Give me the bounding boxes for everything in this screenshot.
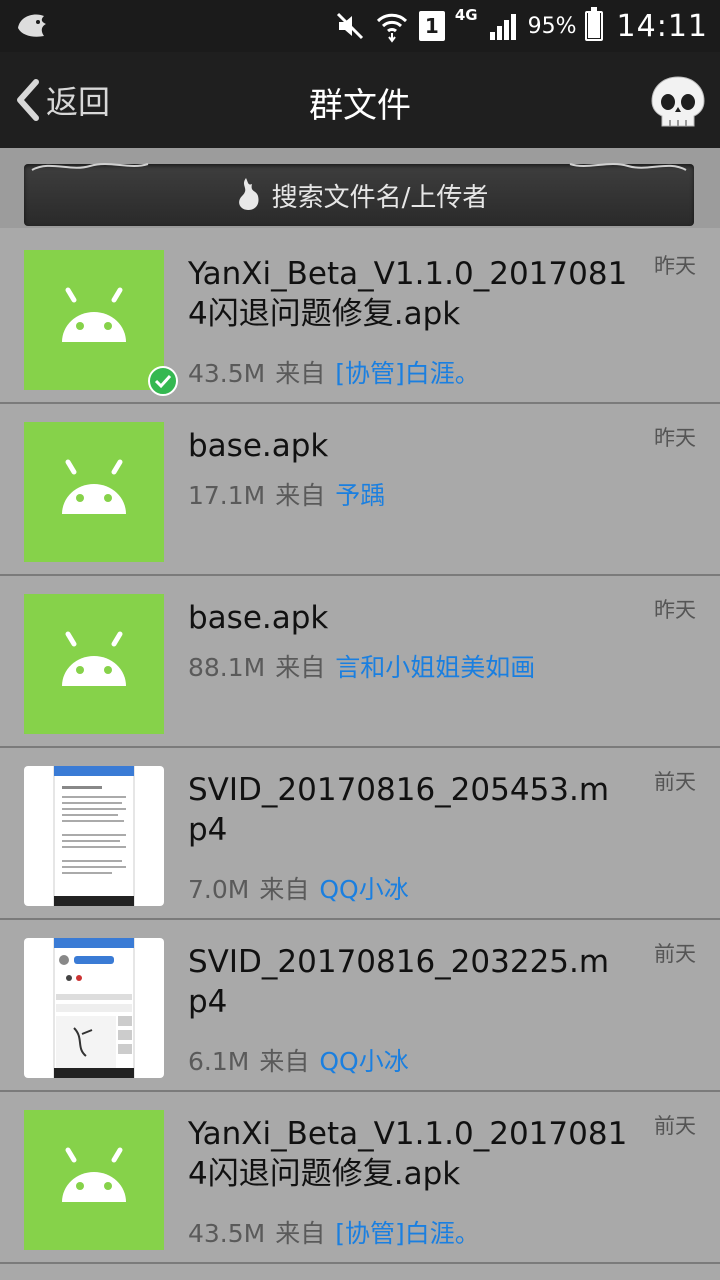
file-list: YanXi_Beta_V1.1.0_20170814闪退问题修复.apk 43.…	[0, 232, 720, 1264]
status-icons: 1 4G 95% 14:11	[325, 0, 708, 52]
app-notification-icon	[18, 14, 46, 37]
android-icon	[24, 594, 164, 734]
list-item[interactable]: YanXi_Beta_V1.1.0_20170814闪退问题修复.apk 43.…	[0, 1092, 720, 1264]
file-name: base.apk	[188, 428, 329, 464]
page-title: 群文件	[309, 86, 411, 126]
skull-menu-icon[interactable]	[648, 74, 708, 130]
from-label: 来自	[275, 653, 326, 682]
from-label: 来自	[275, 481, 326, 510]
from-label: 来自	[275, 1219, 326, 1248]
network-type: 4G	[454, 6, 478, 24]
list-item[interactable]: base.apk 88.1M 来自 言和小姐姐美如画 昨天	[0, 576, 720, 748]
cloud-ornament-left	[31, 163, 149, 171]
file-name: base.apk	[188, 600, 329, 636]
file-name: YanXi_Beta_V1.1.0_20170814闪退问题修复.apk	[188, 1116, 628, 1192]
file-size: 88.1M	[188, 653, 266, 682]
from-label: 来自	[259, 1047, 310, 1076]
uploader-link[interactable]: QQ小冰	[319, 1047, 408, 1076]
signal-icon	[488, 10, 520, 42]
file-size: 43.5M	[188, 359, 266, 388]
upload-time: 前天	[654, 942, 696, 966]
uploader-link[interactable]: 予踽	[335, 481, 385, 510]
android-icon	[24, 1110, 164, 1250]
from-label: 来自	[259, 875, 310, 904]
list-item[interactable]: base.apk 17.1M 来自 予踽 昨天	[0, 404, 720, 576]
file-name: SVID_20170816_205453.mp4	[188, 772, 610, 848]
uploader-link[interactable]: QQ小冰	[319, 875, 408, 904]
flame-search-icon	[238, 178, 259, 210]
search-input[interactable]: 搜索文件名/上传者	[24, 163, 694, 226]
list-item[interactable]: YanXi_Beta_V1.1.0_20170814闪退问题修复.apk 43.…	[0, 232, 720, 404]
file-meta: 43.5M 来自 [协管]白涯。	[188, 354, 480, 390]
search-placeholder: 搜索文件名/上传者	[271, 182, 489, 213]
uploader-link[interactable]: [协管]白涯。	[335, 1219, 480, 1248]
from-label: 来自	[275, 359, 326, 388]
file-name: YanXi_Beta_V1.1.0_20170814闪退问题修复.apk	[188, 256, 628, 332]
file-size: 43.5M	[188, 1219, 266, 1248]
video-thumbnail	[24, 938, 164, 1078]
file-meta: 6.1M 来自 QQ小冰	[188, 1042, 409, 1078]
file-meta: 88.1M 来自 言和小姐姐美如画	[188, 648, 535, 684]
status-bar: 1 4G 95% 14:11	[0, 0, 720, 52]
file-size: 7.0M	[188, 875, 250, 904]
title-bar: 返回 群文件	[0, 52, 720, 148]
clock: 14:11	[616, 8, 708, 44]
mute-icon	[335, 11, 365, 41]
android-icon	[24, 422, 164, 562]
android-icon	[24, 250, 164, 390]
upload-time: 昨天	[654, 254, 696, 278]
upload-time: 昨天	[654, 598, 696, 622]
sim-slot-icon: 1	[418, 11, 445, 41]
file-size: 17.1M	[188, 481, 266, 510]
search-section: 搜索文件名/上传者	[0, 148, 720, 228]
uploader-link[interactable]: [协管]白涯。	[335, 359, 480, 388]
upload-time: 前天	[654, 1114, 696, 1138]
cloud-ornament-right	[569, 163, 687, 171]
file-name: SVID_20170816_203225.mp4	[188, 944, 610, 1020]
list-item[interactable]: SVID_20170816_203225.mp4 6.1M 来自 QQ小冰 前天	[0, 920, 720, 1092]
file-meta: 43.5M 来自 [协管]白涯。	[188, 1214, 480, 1250]
wifi-icon	[375, 9, 409, 43]
file-meta: 17.1M 来自 予踽	[188, 476, 385, 512]
file-meta: 7.0M 来自 QQ小冰	[188, 870, 409, 906]
downloaded-check-icon	[148, 366, 178, 396]
list-item[interactable]: SVID_20170816_205453.mp4 7.0M 来自 QQ小冰 前天	[0, 748, 720, 920]
file-size: 6.1M	[188, 1047, 250, 1076]
upload-time: 昨天	[654, 426, 696, 450]
battery-percent: 95%	[527, 13, 577, 39]
uploader-link[interactable]: 言和小姐姐美如画	[335, 653, 535, 682]
video-thumbnail	[24, 766, 164, 906]
battery-icon	[584, 7, 603, 41]
upload-time: 前天	[654, 770, 696, 794]
